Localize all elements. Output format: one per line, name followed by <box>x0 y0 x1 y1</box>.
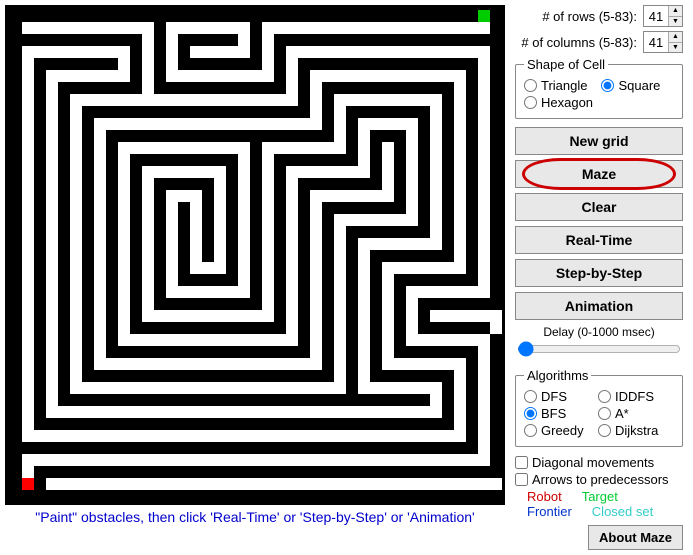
rows-down-icon[interactable]: ▼ <box>669 17 682 27</box>
cols-input[interactable] <box>644 32 668 52</box>
algo-iddfs[interactable]: IDDFS <box>598 389 654 404</box>
maze-button[interactable]: Maze <box>515 160 683 188</box>
cols-up-icon[interactable]: ▲ <box>669 32 682 43</box>
cols-down-icon[interactable]: ▼ <box>669 43 682 53</box>
rows-label: # of rows (5-83): <box>542 9 637 24</box>
maze-canvas[interactable] <box>5 5 505 505</box>
legend-robot: Robot <box>527 489 562 504</box>
cols-label: # of columns (5-83): <box>521 35 637 50</box>
status-text: "Paint" obstacles, then click 'Real-Time… <box>5 505 505 525</box>
shape-triangle[interactable]: Triangle <box>524 78 587 93</box>
legend-target: Target <box>582 489 618 504</box>
algo-dfs[interactable]: DFS <box>524 389 584 404</box>
animation-button[interactable]: Animation <box>515 292 683 320</box>
new-grid-button[interactable]: New grid <box>515 127 683 155</box>
algorithms-legend: Algorithms <box>524 368 591 383</box>
algo-astar[interactable]: A* <box>598 406 629 421</box>
real-time-button[interactable]: Real-Time <box>515 226 683 254</box>
diagonal-check[interactable]: Diagonal movements <box>515 455 683 470</box>
delay-label: Delay (0-1000 msec) <box>515 325 683 339</box>
arrows-check[interactable]: Arrows to predecessors <box>515 472 683 487</box>
rows-spinner[interactable]: ▲ ▼ <box>643 5 683 27</box>
legend-closed: Closed set <box>592 504 653 519</box>
about-maze-button[interactable]: About Maze <box>588 525 683 550</box>
step-by-step-button[interactable]: Step-by-Step <box>515 259 683 287</box>
shape-legend: Shape of Cell <box>524 57 608 72</box>
algo-bfs[interactable]: BFS <box>524 406 584 421</box>
legend-frontier: Frontier <box>527 504 572 519</box>
rows-input[interactable] <box>644 6 668 26</box>
clear-button[interactable]: Clear <box>515 193 683 221</box>
shape-hexagon[interactable]: Hexagon <box>524 95 593 110</box>
algo-greedy[interactable]: Greedy <box>524 423 584 438</box>
delay-slider[interactable] <box>517 341 681 357</box>
shape-square[interactable]: Square <box>601 78 660 93</box>
cols-spinner[interactable]: ▲ ▼ <box>643 31 683 53</box>
shape-fieldset: Shape of Cell Triangle Square Hexagon <box>515 57 683 119</box>
algorithms-fieldset: Algorithms DFS IDDFS BFS A* <box>515 368 683 447</box>
algo-dijkstra[interactable]: Dijkstra <box>598 423 658 438</box>
rows-up-icon[interactable]: ▲ <box>669 6 682 17</box>
